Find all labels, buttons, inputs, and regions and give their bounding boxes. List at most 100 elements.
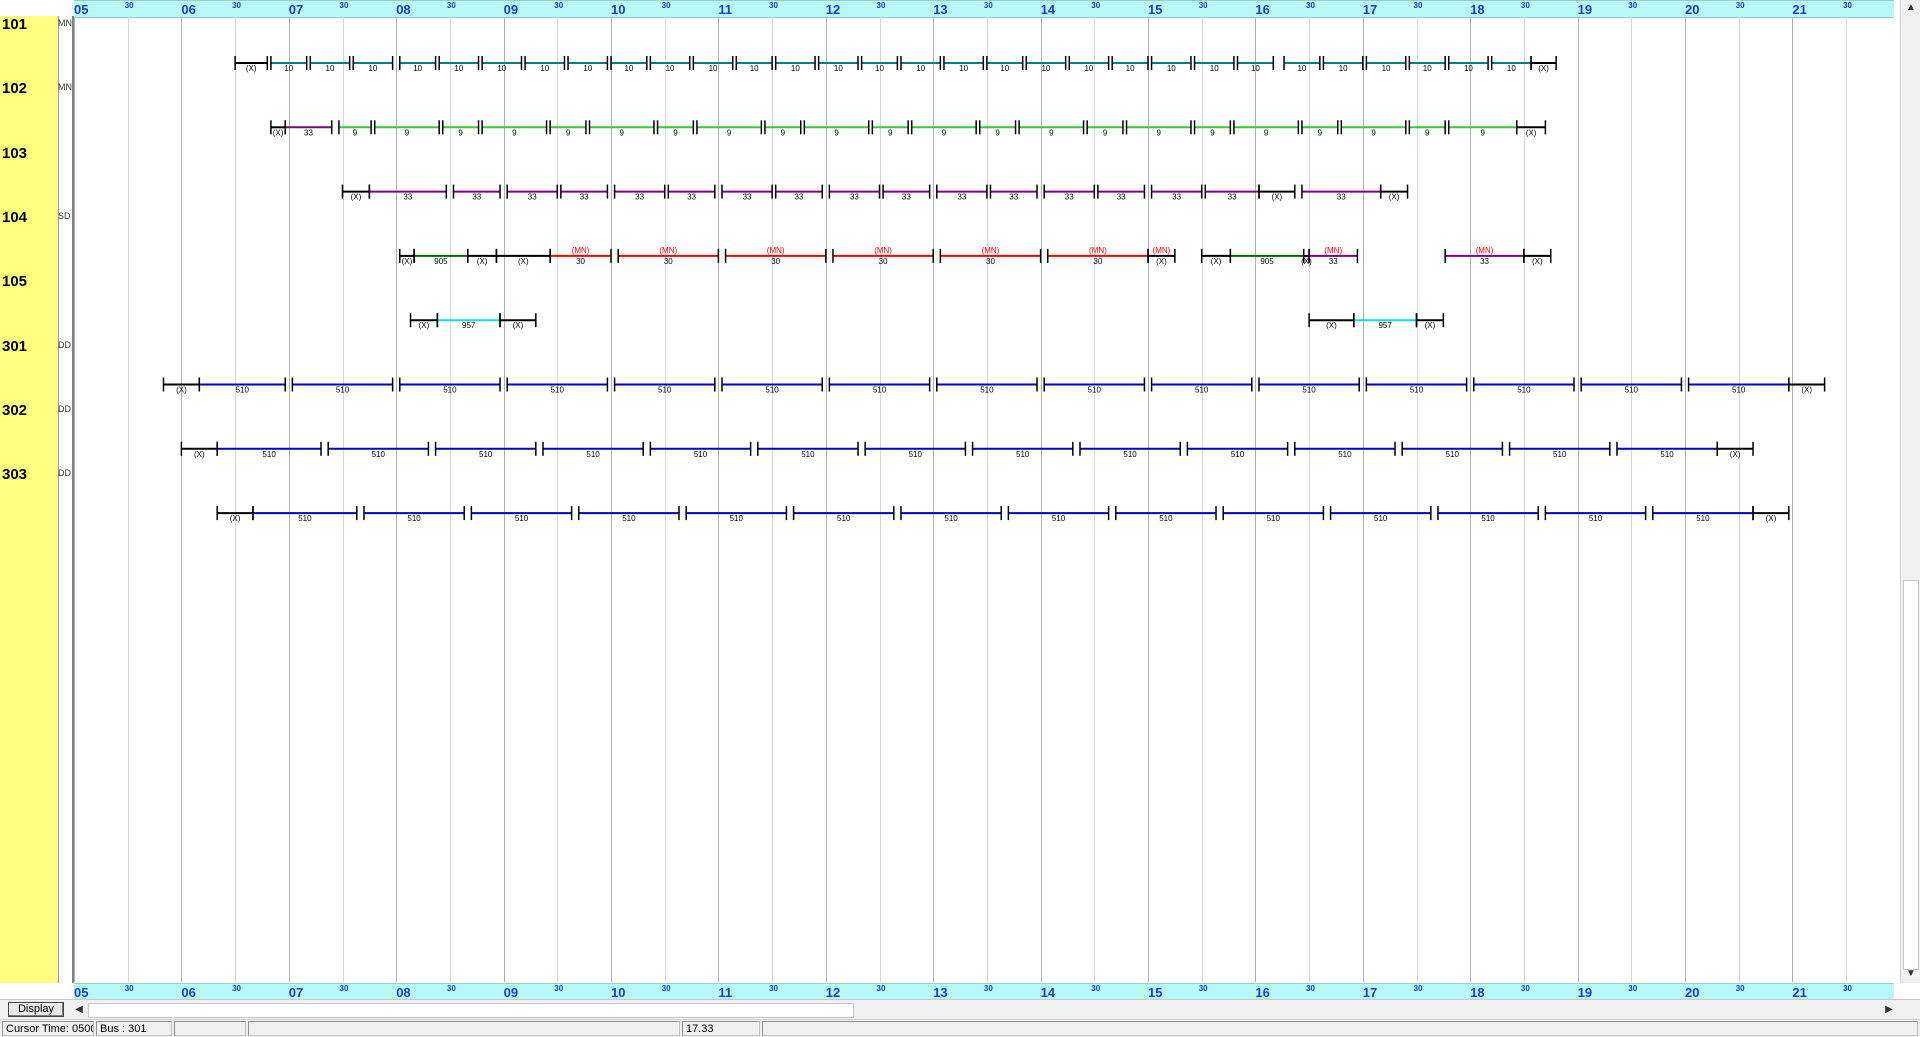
trip-segment[interactable]: 9 [1086, 120, 1124, 137]
trip-segment[interactable]: 510 [1473, 377, 1575, 395]
display-button[interactable]: Display [8, 1002, 64, 1017]
trip-segment[interactable]: 510 [291, 377, 394, 395]
trip-segment[interactable]: 905 [413, 248, 469, 266]
trip-segment[interactable]: 10 [1283, 56, 1321, 73]
bus-row[interactable]: 103 [0, 145, 72, 165]
trip-segment[interactable]: 10 [399, 56, 437, 73]
trip-segment[interactable]: 33 [1150, 184, 1203, 202]
trip-segment[interactable]: 510 [1222, 506, 1325, 523]
trip-segment[interactable]: 10 [1408, 56, 1446, 73]
bus-row[interactable]: 301 DD [0, 338, 72, 358]
trip-segment[interactable]: 9 [1340, 120, 1407, 137]
trip-segment[interactable]: 10 [352, 56, 394, 73]
scroll-left-icon[interactable]: ◀ [72, 1002, 86, 1018]
trip-segment[interactable]: 510 [252, 506, 358, 523]
trip-segment[interactable]: 9 [1447, 120, 1518, 137]
trip-segment[interactable]: 33 [828, 184, 881, 202]
schedule-row[interactable]: (X) 510 510 510 510 510 510 510 510 510 510 510 510 5… [180, 441, 1754, 459]
trip-segment[interactable]: 10 [1447, 56, 1489, 73]
trip-segment[interactable]: 33 [613, 184, 666, 202]
trip-segment[interactable]: 33 [1043, 184, 1096, 202]
trip-segment[interactable]: 33 [1204, 184, 1260, 202]
trip-segment[interactable]: 33 [774, 184, 823, 202]
trip-segment[interactable]: (X) [180, 441, 218, 459]
trip-segment[interactable]: 10 [986, 56, 1024, 73]
trip-segment[interactable]: 510 [399, 377, 501, 395]
bus-row[interactable]: 302 DD [0, 402, 72, 422]
trip-segment[interactable]: (X) [1379, 184, 1409, 202]
trip-segment[interactable]: 10 [1068, 56, 1110, 73]
trip-segment[interactable]: 10 [860, 56, 899, 73]
trip-segment[interactable]: 10 [1322, 56, 1364, 73]
horizontal-scrollbar[interactable]: ◀ ▶ [72, 1002, 1900, 1018]
scroll-down-icon[interactable]: ▼ [1901, 966, 1920, 982]
trip-segment[interactable]: 33 [989, 184, 1038, 202]
trip-segment[interactable]: (X) [1523, 248, 1552, 266]
trip-segment[interactable]: 10 [610, 56, 648, 73]
trip-segment[interactable]: 905 [1229, 248, 1305, 266]
trip-segment[interactable]: 10 [900, 56, 942, 73]
trip-segment[interactable]: 510 [792, 506, 895, 523]
trip-segment[interactable]: (X) [399, 248, 415, 266]
bus-row[interactable]: 303 DD [0, 466, 72, 486]
trip-segment[interactable]: 30 (MN) [939, 246, 1042, 266]
trip-segment[interactable]: 10 [1025, 56, 1067, 73]
trip-segment[interactable]: (X) [1415, 313, 1445, 330]
trip-segment[interactable]: 510 [828, 377, 931, 395]
trip-segment[interactable]: 510 [578, 506, 680, 523]
trip-segment[interactable]: 10 [524, 56, 566, 73]
trip-segment[interactable]: 9 [696, 120, 763, 137]
trip-segment[interactable]: 30 (MN) [617, 246, 720, 266]
scroll-right-icon[interactable]: ▶ [1882, 1002, 1896, 1018]
trip-segment[interactable]: 30 (MN) [724, 246, 827, 266]
trip-segment[interactable]: (X) [1301, 248, 1312, 266]
schedule-row[interactable]: (X) 33 33 33 33 33 33 33 33 33 33 33 33 33 33 33 33 (X) 33… [341, 184, 1409, 202]
trip-segment[interactable]: 10 [1490, 56, 1532, 73]
trip-segment[interactable]: 9 [1233, 120, 1300, 137]
trip-segment[interactable]: 510 [216, 441, 322, 459]
trip-segment[interactable]: (X) (MN) [1147, 246, 1176, 266]
trip-segment[interactable]: (X) [1258, 184, 1296, 202]
trip-segment[interactable]: 9 [764, 120, 802, 137]
trip-segment[interactable]: 33 [936, 184, 988, 202]
trip-segment[interactable]: 10 [567, 56, 609, 73]
trip-segment[interactable]: 10 [438, 56, 480, 73]
trip-segment[interactable]: 510 [1150, 377, 1253, 395]
trip-segment[interactable]: 510 [1115, 506, 1217, 523]
trip-segment[interactable]: 33 (MN) [1444, 246, 1525, 266]
trip-segment[interactable]: 10 [270, 56, 308, 73]
trip-segment[interactable]: (X) [1788, 377, 1826, 395]
bus-row[interactable]: 105 [0, 273, 72, 293]
trip-segment[interactable]: (X) [270, 120, 286, 137]
trip-segment[interactable]: 510 [1329, 506, 1432, 523]
schedule-timeline[interactable]: (X) 10 10 10 10 10 10 10 10 10 10 10 10 10 10 10 10 10 10 1… [74, 17, 1894, 982]
vertical-scrollbar[interactable]: ▲ ▼ [1900, 0, 1920, 983]
trip-segment[interactable]: 510 [1652, 506, 1754, 523]
trip-segment[interactable]: 30 (MN) [832, 246, 934, 266]
bus-row[interactable]: 101 MN [0, 16, 72, 36]
trip-segment[interactable]: 510 [1544, 506, 1647, 523]
trip-segment[interactable]: 9 [1301, 120, 1339, 137]
trip-segment[interactable]: 33 [882, 184, 931, 202]
trip-segment[interactable]: 10 [1111, 56, 1149, 73]
trip-segment[interactable]: 10 [1193, 56, 1235, 73]
trip-segment[interactable]: 510 [685, 506, 788, 523]
trip-segment[interactable]: (X) [234, 56, 269, 73]
trip-segment[interactable]: 9 [803, 120, 870, 137]
trip-segment[interactable]: 9 [1193, 120, 1232, 137]
vertical-scroll-thumb[interactable] [1903, 580, 1919, 970]
horizontal-scroll-thumb[interactable] [88, 1003, 854, 1018]
trip-segment[interactable]: 510 [1007, 506, 1110, 523]
trip-segment[interactable]: 10 [1365, 56, 1407, 73]
trip-segment[interactable]: 510 [363, 506, 465, 523]
trip-segment[interactable]: 957 [436, 313, 501, 330]
trip-segment[interactable]: (X) [1200, 248, 1232, 266]
schedule-row[interactable]: (X) 510 510 510 510 510 510 510 510 510 510 510 510 5… [162, 377, 1826, 395]
trip-segment[interactable]: (X) [409, 313, 439, 330]
trip-segment[interactable]: 33 [368, 184, 448, 202]
schedule-row[interactable]: (X) 905 (X) (X) 30 (MN) 30 (MN) 30 (MN) 30 (MN) 30 (M… [399, 246, 1552, 266]
trip-segment[interactable]: 510 [936, 377, 1038, 395]
trip-segment[interactable]: (X) [467, 248, 498, 266]
trip-segment[interactable]: 9 [481, 120, 548, 137]
trip-segment[interactable]: 9 [549, 120, 587, 137]
